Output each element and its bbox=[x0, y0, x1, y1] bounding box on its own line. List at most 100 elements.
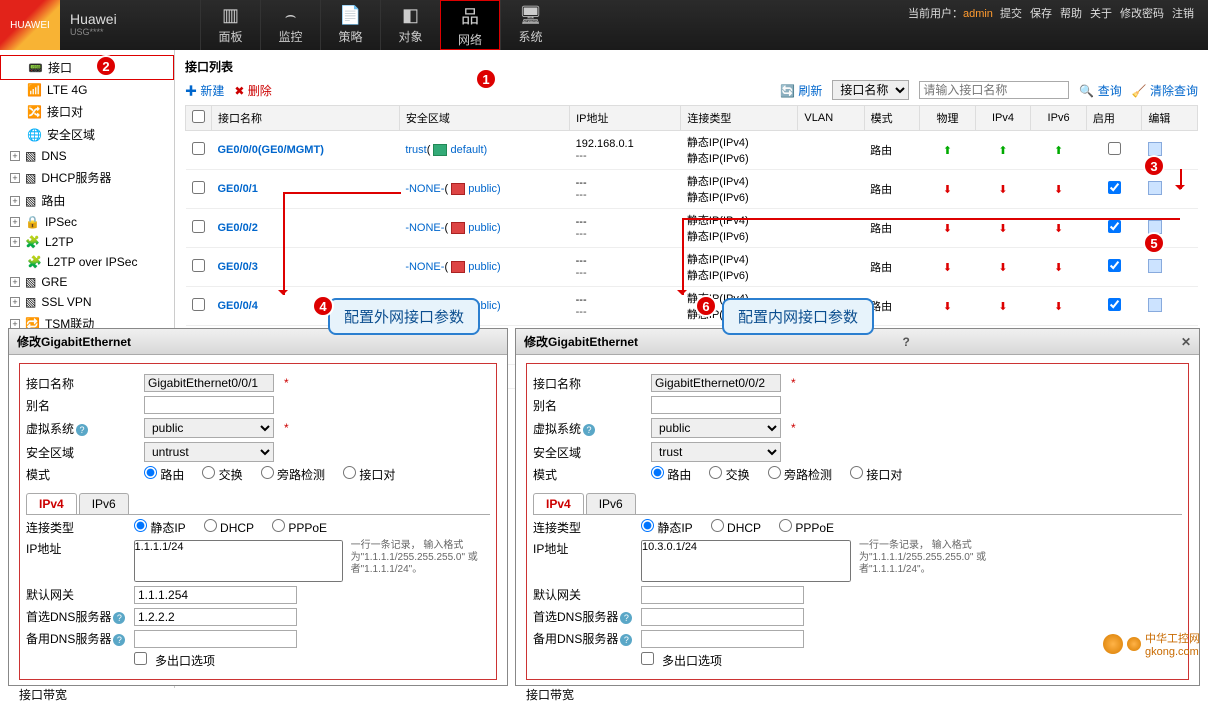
enable-checkbox[interactable] bbox=[1108, 142, 1121, 155]
help-icon[interactable]: ? bbox=[76, 424, 88, 436]
interface-link[interactable]: GE0/0/0(GE0/MGMT) bbox=[218, 144, 324, 156]
nav-监控[interactable]: ⌢监控 bbox=[260, 0, 320, 50]
sidebar-item-安全区域[interactable]: 🌐安全区域 bbox=[0, 123, 174, 146]
tab-ipv4[interactable]: IPv4 bbox=[533, 493, 584, 514]
sidebar-item-路由[interactable]: +▧路由 bbox=[0, 189, 174, 212]
filter-field-select[interactable]: 接口名称 bbox=[832, 80, 909, 100]
interface-link[interactable]: GE0/0/1 bbox=[218, 183, 258, 195]
vsys-select[interactable]: public bbox=[651, 418, 781, 438]
row-checkbox[interactable] bbox=[192, 298, 205, 311]
edit-icon[interactable] bbox=[1148, 298, 1162, 312]
row-checkbox[interactable] bbox=[192, 181, 205, 194]
expand-icon[interactable]: + bbox=[10, 277, 20, 287]
mode-option[interactable]: 接口对 bbox=[343, 468, 395, 482]
conn-option[interactable]: 静态IP bbox=[641, 521, 693, 535]
row-checkbox[interactable] bbox=[192, 259, 205, 272]
edit-icon[interactable] bbox=[1148, 259, 1162, 273]
nav-面板[interactable]: ▥面板 bbox=[200, 0, 260, 50]
sidebar-item-DHCP服务器[interactable]: +▧DHCP服务器 bbox=[0, 166, 174, 189]
expand-icon[interactable]: + bbox=[10, 151, 20, 161]
conn-option[interactable]: 静态IP bbox=[134, 521, 186, 535]
mode-option[interactable]: 路由 bbox=[651, 468, 691, 482]
edit-icon[interactable] bbox=[1148, 142, 1162, 156]
top-link-关于[interactable]: 关于 bbox=[1090, 8, 1112, 20]
mode-option[interactable]: 路由 bbox=[144, 468, 184, 482]
help-icon[interactable]: ? bbox=[113, 612, 125, 624]
clear-query-button[interactable]: 🧹 清除查询 bbox=[1132, 82, 1198, 99]
multi-exit-checkbox[interactable] bbox=[641, 652, 654, 665]
interface-link[interactable]: GE0/0/4 bbox=[218, 300, 258, 312]
sidebar-item-SSL VPN[interactable]: +▧SSL VPN bbox=[0, 292, 174, 312]
interface-link[interactable]: GE0/0/3 bbox=[218, 261, 258, 273]
sidebar-item-接口[interactable]: 📟接口 bbox=[0, 55, 174, 80]
gw-input[interactable] bbox=[641, 586, 804, 604]
expand-icon[interactable]: + bbox=[10, 297, 20, 307]
ip-textarea[interactable]: 10.3.0.1/24 bbox=[641, 540, 851, 582]
edit-icon[interactable] bbox=[1148, 181, 1162, 195]
conn-option[interactable]: PPPoE bbox=[272, 521, 327, 535]
expand-icon[interactable]: + bbox=[10, 319, 20, 329]
sidebar-item-DNS[interactable]: +▧DNS bbox=[0, 146, 174, 166]
mode-option[interactable]: 旁路检测 bbox=[768, 468, 832, 482]
refresh-button[interactable]: 🔄 刷新 bbox=[780, 82, 822, 99]
multi-exit-checkbox[interactable] bbox=[134, 652, 147, 665]
dns2-input[interactable] bbox=[641, 630, 804, 648]
expand-icon[interactable]: + bbox=[10, 196, 20, 206]
tab-ipv4[interactable]: IPv4 bbox=[26, 493, 77, 514]
zone-select[interactable]: trust bbox=[651, 442, 781, 462]
select-all-checkbox[interactable] bbox=[192, 110, 205, 123]
mode-option[interactable]: 接口对 bbox=[850, 468, 902, 482]
filter-input[interactable] bbox=[919, 81, 1069, 99]
row-checkbox[interactable] bbox=[192, 220, 205, 233]
sidebar-item-接口对[interactable]: 🔀接口对 bbox=[0, 100, 174, 123]
conn-option[interactable]: DHCP bbox=[711, 521, 761, 535]
dns1-input[interactable] bbox=[134, 608, 297, 626]
sidebar-item-L2TP[interactable]: +🧩L2TP bbox=[0, 232, 174, 252]
close-icon[interactable]: ✕ bbox=[1181, 335, 1191, 349]
top-link-注销[interactable]: 注销 bbox=[1172, 8, 1194, 20]
nav-策略[interactable]: 📄策略 bbox=[320, 0, 380, 50]
row-checkbox[interactable] bbox=[192, 142, 205, 155]
enable-checkbox[interactable] bbox=[1108, 259, 1121, 272]
help-icon[interactable]: ? bbox=[902, 335, 909, 349]
vsys-select[interactable]: public bbox=[144, 418, 274, 438]
sidebar-item-IPSec[interactable]: +🔒IPSec bbox=[0, 212, 174, 232]
sidebar-item-L2TP over IPSec[interactable]: 🧩L2TP over IPSec bbox=[0, 252, 174, 272]
sidebar-item-LTE 4G[interactable]: 📶LTE 4G bbox=[0, 80, 174, 100]
query-button[interactable]: 🔍 查询 bbox=[1079, 82, 1121, 99]
help-icon[interactable]: ? bbox=[620, 612, 632, 624]
alias-input[interactable] bbox=[651, 396, 781, 414]
enable-checkbox[interactable] bbox=[1108, 181, 1121, 194]
sidebar-item-GRE[interactable]: +▧GRE bbox=[0, 272, 174, 292]
enable-checkbox[interactable] bbox=[1108, 220, 1121, 233]
ip-textarea[interactable]: 1.1.1.1/24 bbox=[134, 540, 343, 582]
help-icon[interactable]: ? bbox=[113, 634, 125, 646]
conn-option[interactable]: DHCP bbox=[204, 521, 254, 535]
gw-input[interactable] bbox=[134, 586, 297, 604]
top-link-修改密码[interactable]: 修改密码 bbox=[1120, 8, 1164, 20]
tab-ipv6[interactable]: IPv6 bbox=[79, 493, 129, 514]
expand-icon[interactable]: + bbox=[10, 173, 20, 183]
expand-icon[interactable]: + bbox=[10, 237, 20, 247]
nav-对象[interactable]: ◧对象 bbox=[380, 0, 440, 50]
conn-option[interactable]: PPPoE bbox=[779, 521, 834, 535]
nav-网络[interactable]: 品网络 bbox=[440, 0, 500, 50]
tab-ipv6[interactable]: IPv6 bbox=[586, 493, 636, 514]
interface-link[interactable]: GE0/0/2 bbox=[218, 222, 258, 234]
top-link-提交[interactable]: 提交 bbox=[1000, 8, 1022, 20]
dns1-input[interactable] bbox=[641, 608, 804, 626]
delete-button[interactable]: ✖ 删除 bbox=[234, 82, 271, 99]
nav-系统[interactable]: 🖥系统 bbox=[500, 0, 560, 50]
dns2-input[interactable] bbox=[134, 630, 297, 648]
top-link-帮助[interactable]: 帮助 bbox=[1060, 8, 1082, 20]
zone-select[interactable]: untrust bbox=[144, 442, 274, 462]
top-link-保存[interactable]: 保存 bbox=[1030, 8, 1052, 20]
mode-option[interactable]: 旁路检测 bbox=[261, 468, 325, 482]
mode-option[interactable]: 交换 bbox=[202, 468, 242, 482]
enable-checkbox[interactable] bbox=[1108, 298, 1121, 311]
help-icon[interactable]: ? bbox=[620, 634, 632, 646]
help-icon[interactable]: ? bbox=[583, 424, 595, 436]
expand-icon[interactable]: + bbox=[10, 217, 20, 227]
alias-input[interactable] bbox=[144, 396, 274, 414]
mode-option[interactable]: 交换 bbox=[709, 468, 749, 482]
